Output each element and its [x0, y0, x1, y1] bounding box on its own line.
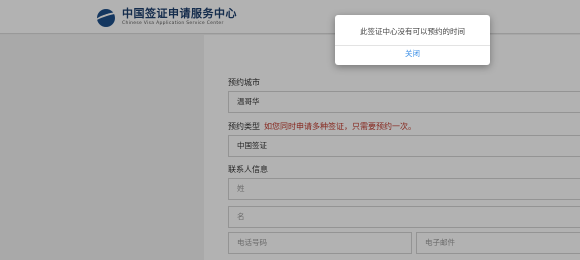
dialog-message: 此签证中心没有可以预约的时间 — [360, 27, 465, 36]
alert-dialog: 此签证中心没有可以预约的时间 关闭 — [335, 15, 490, 65]
modal-backdrop[interactable] — [0, 0, 580, 260]
dialog-divider — [335, 45, 490, 46]
close-button[interactable]: 关闭 — [335, 48, 490, 59]
